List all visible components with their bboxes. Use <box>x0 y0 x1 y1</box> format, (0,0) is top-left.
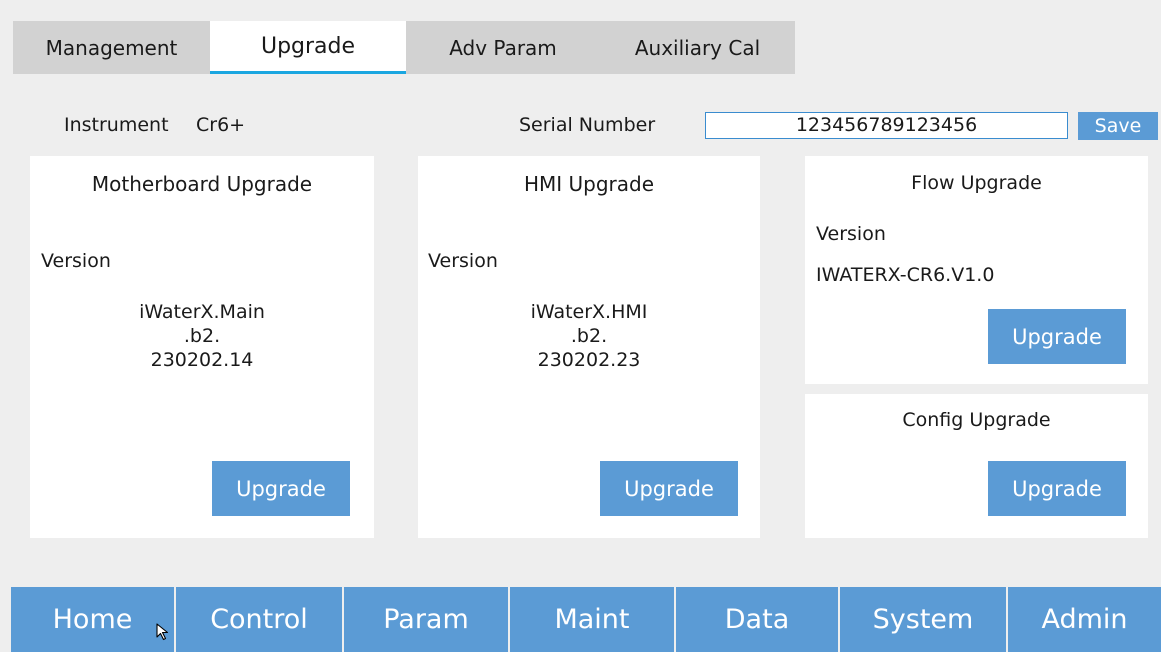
nav-home[interactable]: Home <box>11 587 174 652</box>
hmi-version-label: Version <box>428 250 498 272</box>
hmi-version-value: iWaterX.HMI .b2. 230202.23 <box>530 301 648 371</box>
tab-upgrade[interactable]: Upgrade <box>210 21 406 74</box>
instrument-label: Instrument <box>64 114 169 136</box>
nav-control[interactable]: Control <box>176 587 342 652</box>
config-upgrade-panel: Config Upgrade Upgrade <box>805 394 1148 538</box>
flow-upgrade-panel: Flow Upgrade Version IWATERX-CR6.V1.0 Up… <box>805 156 1148 384</box>
nav-system[interactable]: System <box>840 587 1006 652</box>
tab-adv-param[interactable]: Adv Param <box>406 21 600 74</box>
instrument-value: Cr6+ <box>196 114 246 136</box>
nav-data[interactable]: Data <box>676 587 838 652</box>
flow-version-label: Version <box>816 223 886 245</box>
tab-management[interactable]: Management <box>13 21 210 74</box>
serial-number-label: Serial Number <box>519 114 656 136</box>
flow-upgrade-button[interactable]: Upgrade <box>988 309 1126 364</box>
flow-upgrade-title: Flow Upgrade <box>911 172 1042 194</box>
nav-maint[interactable]: Maint <box>510 587 674 652</box>
motherboard-upgrade-button[interactable]: Upgrade <box>212 461 350 516</box>
config-upgrade-title: Config Upgrade <box>902 409 1051 431</box>
serial-number-input[interactable]: 123456789123456 <box>705 112 1068 139</box>
mouse-cursor-icon <box>156 623 169 641</box>
motherboard-version-value: iWaterX.Main .b2. 230202.14 <box>139 301 265 371</box>
nav-admin[interactable]: Admin <box>1008 587 1161 652</box>
motherboard-upgrade-title: Motherboard Upgrade <box>91 172 313 196</box>
hmi-upgrade-button[interactable]: Upgrade <box>600 461 738 516</box>
hmi-upgrade-panel: HMI Upgrade Version iWaterX.HMI .b2. 230… <box>418 156 760 538</box>
tab-auxiliary-cal[interactable]: Auxiliary Cal <box>600 21 795 74</box>
config-upgrade-button[interactable]: Upgrade <box>988 461 1126 516</box>
motherboard-upgrade-panel: Motherboard Upgrade Version iWaterX.Main… <box>30 156 374 538</box>
motherboard-version-label: Version <box>41 250 111 272</box>
save-button[interactable]: Save <box>1078 112 1158 140</box>
hmi-upgrade-title: HMI Upgrade <box>523 172 655 196</box>
flow-version-value: IWATERX-CR6.V1.0 <box>816 264 995 286</box>
nav-param[interactable]: Param <box>344 587 508 652</box>
